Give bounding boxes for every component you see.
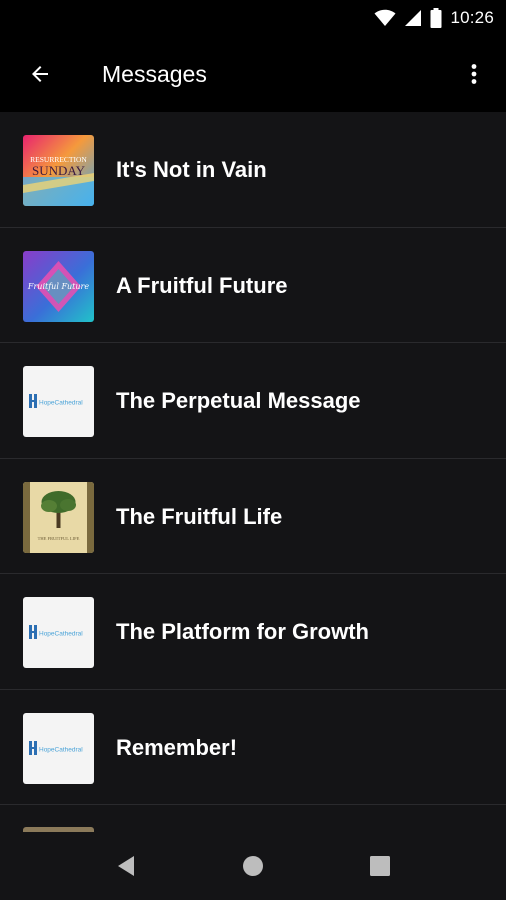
nav-recents-button[interactable] xyxy=(356,842,404,890)
recents-square-icon xyxy=(370,856,390,876)
resurrection-sunday-art: RESURRECTION SUNDAY xyxy=(23,135,94,206)
hope-cathedral-logo: HopeCathedral xyxy=(23,366,94,437)
svg-text:HopeCathedral: HopeCathedral xyxy=(39,746,83,753)
arrow-back-icon xyxy=(32,66,48,82)
message-thumbnail: HopeCathedral xyxy=(23,597,94,668)
page-title: Messages xyxy=(102,61,207,87)
svg-text:HopeCathedral: HopeCathedral xyxy=(39,400,83,407)
messages-screen: 10:26 Messages RESURRECTION SUNDAY It's … xyxy=(0,0,506,900)
back-button[interactable] xyxy=(16,50,64,98)
message-title: Remember! xyxy=(116,734,238,760)
message-title: It's Not in Vain xyxy=(116,157,267,182)
hope-cathedral-logo: HopeCathedral xyxy=(23,712,94,784)
message-title: The Perpetual Message xyxy=(116,388,361,413)
message-thumbnail: HopeCathedral xyxy=(23,712,94,784)
overflow-menu-button[interactable] xyxy=(450,50,498,98)
svg-text:HopeCathedral: HopeCathedral xyxy=(39,631,83,638)
svg-text:Fruitful Future: Fruitful Future xyxy=(27,282,89,291)
message-thumbnail: HopeCathedral xyxy=(23,366,94,437)
battery-icon xyxy=(430,8,442,28)
message-thumbnail: THE FRUITFUL LIFE xyxy=(23,481,94,553)
nav-home-button[interactable] xyxy=(229,842,277,890)
list-item[interactable]: Fruitful Future A Fruitful Future xyxy=(0,228,506,343)
system-nav-bar xyxy=(0,832,506,900)
app-bar: Messages xyxy=(0,36,506,112)
list-item[interactable]: THE FRUITFUL LIFE The Fruitful Life xyxy=(0,459,506,574)
message-thumbnail: RESURRECTION SUNDAY xyxy=(23,135,94,206)
status-bar: 10:26 xyxy=(0,0,506,36)
list-item[interactable]: HopeCathedral The Platform for Growth xyxy=(0,574,506,690)
list-item[interactable]: HopeCathedral The Perpetual Message xyxy=(0,343,506,459)
svg-text:THE FRUITFUL LIFE: THE FRUITFUL LIFE xyxy=(38,536,80,541)
status-time: 10:26 xyxy=(450,8,494,27)
fruitful-future-art: Fruitful Future xyxy=(23,250,94,322)
message-title: The Platform for Growth xyxy=(116,619,369,644)
message-list: RESURRECTION SUNDAY It's Not in Vain Fru… xyxy=(0,112,506,805)
wifi-icon xyxy=(374,9,396,26)
tree-art: THE FRUITFUL LIFE xyxy=(23,481,94,553)
hope-cathedral-logo: HopeCathedral xyxy=(23,597,94,668)
more-vert-icon xyxy=(471,64,477,84)
message-thumbnail: Fruitful Future xyxy=(23,250,94,322)
nav-back-button[interactable] xyxy=(102,842,150,890)
home-circle-icon xyxy=(243,856,263,876)
list-item[interactable]: RESURRECTION SUNDAY It's Not in Vain xyxy=(0,112,506,228)
message-title: The Fruitful Life xyxy=(116,503,283,529)
svg-text:SUNDAY: SUNDAY xyxy=(32,163,86,178)
back-triangle-icon xyxy=(118,856,134,876)
list-item[interactable]: HopeCathedral Remember! xyxy=(0,690,506,805)
signal-icon xyxy=(405,10,422,26)
status-icons: 10:26 xyxy=(374,6,494,30)
message-title: A Fruitful Future xyxy=(116,272,288,298)
